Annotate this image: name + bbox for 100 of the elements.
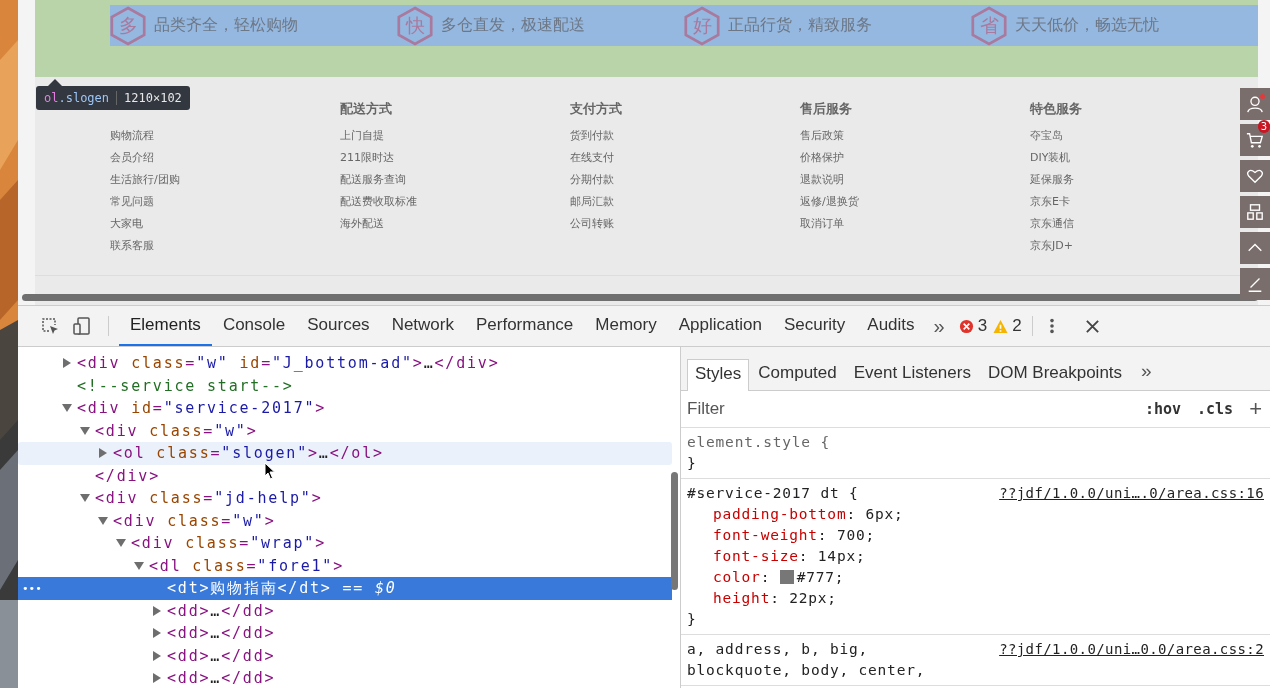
panel-tab[interactable]: Console bbox=[211, 306, 297, 346]
footer-link[interactable]: 公司转账 bbox=[570, 213, 614, 235]
tree-row[interactable]: <dd>…</dd> bbox=[18, 667, 672, 688]
panel-tab[interactable]: Memory bbox=[584, 306, 668, 346]
slogan-text: 多仓直发，极速配送 bbox=[441, 15, 585, 36]
inspect-icon[interactable] bbox=[40, 316, 60, 336]
footer-link[interactable]: 大家电 bbox=[110, 213, 143, 235]
footer-link[interactable]: 生活旅行/团购 bbox=[110, 169, 180, 191]
new-rule-button[interactable]: + bbox=[1241, 396, 1264, 422]
tree-row[interactable]: <div class="wrap"> bbox=[18, 532, 672, 555]
html-code: <div id="service-2017"> bbox=[77, 399, 327, 418]
source-link[interactable]: ??jdf/1.0.0/uni….0/area.css:16 bbox=[999, 483, 1264, 504]
close-icon[interactable] bbox=[1084, 318, 1100, 334]
triangle-icon[interactable] bbox=[98, 515, 108, 526]
triangle-icon[interactable] bbox=[80, 425, 90, 436]
side-tool-button[interactable] bbox=[1240, 268, 1270, 300]
source-link[interactable]: ??jdf/1.0.0/uni…0.0/area.css:2 bbox=[999, 639, 1264, 681]
triangle-icon[interactable] bbox=[152, 628, 162, 639]
vertical-scrollbar[interactable] bbox=[671, 472, 678, 590]
more-tabs-button[interactable]: » bbox=[925, 306, 953, 346]
slogan-text: 正品行货，精致服务 bbox=[728, 15, 872, 36]
html-code: <dd>…</dd> bbox=[167, 624, 276, 643]
footer-link[interactable]: 上门自提 bbox=[340, 125, 384, 147]
panel-tab[interactable]: Sources bbox=[296, 306, 381, 346]
triangle-icon[interactable] bbox=[152, 673, 162, 684]
footer-link[interactable]: 配送服务查询 bbox=[340, 169, 406, 191]
kebab-menu-icon[interactable] bbox=[1048, 317, 1055, 335]
tree-row[interactable]: ••• <dt>购物指南</dt> == $0 bbox=[18, 577, 672, 600]
footer-link[interactable]: 退款说明 bbox=[800, 169, 844, 191]
footer-link[interactable]: 分期付款 bbox=[570, 169, 614, 191]
css-selector: #service-2017 dt { bbox=[687, 484, 859, 503]
css-declaration: height: 22px; bbox=[712, 589, 837, 608]
tree-row[interactable]: <div class="w"> bbox=[18, 509, 672, 532]
device-icon[interactable] bbox=[72, 316, 92, 336]
html-code: <!--service start--> bbox=[77, 376, 294, 395]
tree-row[interactable]: <div id="service-2017"> bbox=[18, 397, 672, 420]
horizontal-scrollbar[interactable] bbox=[22, 294, 1258, 301]
side-tool-button[interactable] bbox=[1240, 232, 1270, 264]
footer-link[interactable]: 会员介绍 bbox=[110, 147, 154, 169]
tree-row[interactable]: <ol class="slogen">…</ol> bbox=[18, 442, 672, 465]
footer-link[interactable]: 夺宝岛 bbox=[1030, 125, 1063, 147]
triangle-icon[interactable] bbox=[152, 605, 162, 616]
closing-brace: } bbox=[687, 454, 697, 473]
hexagon-badge: 多 bbox=[110, 5, 146, 46]
panel-tab[interactable]: Audits bbox=[856, 306, 926, 346]
side-tool-button[interactable] bbox=[1240, 160, 1270, 192]
footer-link[interactable]: 海外配送 bbox=[340, 213, 384, 235]
triangle-icon[interactable] bbox=[116, 538, 126, 549]
row-menu-dots[interactable]: ••• bbox=[22, 581, 42, 595]
column-heading: 支付方式 bbox=[570, 100, 622, 118]
triangle-icon[interactable] bbox=[80, 493, 90, 504]
footer-link[interactable]: 京东JD+ bbox=[1030, 235, 1073, 257]
styles-tab[interactable]: Event Listeners bbox=[845, 358, 979, 390]
footer-link[interactable]: 延保服务 bbox=[1030, 169, 1074, 191]
footer-link[interactable]: 取消订单 bbox=[800, 213, 844, 235]
triangle-icon[interactable] bbox=[98, 448, 108, 459]
side-tool-button[interactable] bbox=[1240, 196, 1270, 228]
tree-row[interactable]: </div> bbox=[18, 464, 672, 487]
styles-tab[interactable]: DOM Breakpoints bbox=[979, 358, 1131, 390]
triangle-icon[interactable] bbox=[62, 358, 72, 369]
tooltip-size: 1210×102 bbox=[116, 91, 182, 105]
triangle-icon[interactable] bbox=[62, 403, 72, 414]
footer-link[interactable]: 配送费收取标准 bbox=[340, 191, 417, 213]
panel-tab[interactable]: Performance bbox=[465, 306, 585, 346]
panel-tab[interactable]: Application bbox=[667, 306, 773, 346]
filter-field[interactable]: Filter bbox=[687, 399, 1137, 419]
tree-row[interactable]: <!--service start--> bbox=[18, 374, 672, 397]
triangle-icon[interactable] bbox=[134, 560, 144, 571]
footer-link[interactable]: 在线支付 bbox=[570, 147, 614, 169]
footer-link[interactable]: 返修/退换货 bbox=[800, 191, 859, 213]
more-tabs-button[interactable]: » bbox=[1131, 360, 1162, 390]
styles-tab[interactable]: Computed bbox=[750, 358, 845, 390]
triangle-icon[interactable] bbox=[152, 650, 162, 661]
tree-row[interactable]: <div class="w"> bbox=[18, 419, 672, 442]
tree-row[interactable]: <dd>…</dd> bbox=[18, 644, 672, 667]
footer-link[interactable]: 货到付款 bbox=[570, 125, 614, 147]
tree-row[interactable]: <div class="w" id="J_bottom-ad">…</div> bbox=[18, 352, 672, 375]
tree-row[interactable]: <dl class="fore1"> bbox=[18, 554, 672, 577]
html-code: <div class="wrap"> bbox=[131, 534, 326, 553]
footer-link[interactable]: 邮局汇款 bbox=[570, 191, 614, 213]
side-tool-button[interactable] bbox=[1240, 88, 1270, 120]
tree-row[interactable]: <dd>…</dd> bbox=[18, 622, 672, 645]
footer-link[interactable]: 京东E卡 bbox=[1030, 191, 1070, 213]
class-toggle-button[interactable]: .cls bbox=[1189, 400, 1242, 418]
hover-state-button[interactable]: :hov bbox=[1136, 400, 1189, 418]
footer-link[interactable]: 211限时达 bbox=[340, 147, 394, 169]
footer-link[interactable]: 联系客服 bbox=[110, 235, 154, 257]
tree-row[interactable]: <div class="jd-help"> bbox=[18, 487, 672, 510]
html-code: <div class="jd-help"> bbox=[95, 489, 323, 508]
tree-row[interactable]: <dd>…</dd> bbox=[18, 599, 672, 622]
footer-link[interactable]: DIY装机 bbox=[1030, 147, 1071, 169]
panel-tab[interactable]: Elements bbox=[119, 306, 212, 346]
footer-link[interactable]: 常见问题 bbox=[110, 191, 154, 213]
panel-tab[interactable]: Security bbox=[772, 306, 857, 346]
footer-link[interactable]: 售后政策 bbox=[800, 125, 844, 147]
styles-tab[interactable]: Styles bbox=[687, 359, 750, 391]
footer-link[interactable]: 京东通信 bbox=[1030, 213, 1074, 235]
footer-link[interactable]: 价格保护 bbox=[800, 147, 844, 169]
panel-tab[interactable]: Network bbox=[380, 306, 465, 346]
footer-link[interactable]: 购物流程 bbox=[110, 125, 154, 147]
